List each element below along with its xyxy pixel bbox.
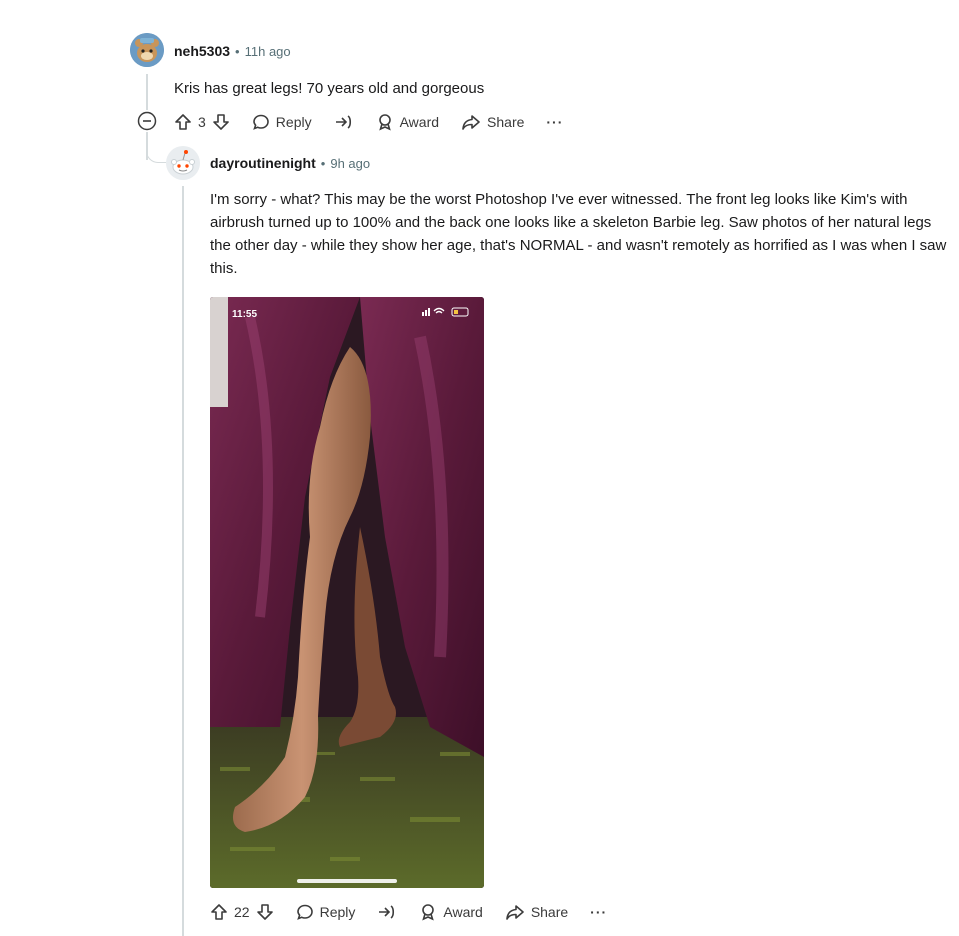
comment-author[interactable]: dayroutinenight xyxy=(210,155,316,171)
reply-icon xyxy=(296,904,313,920)
avatar-icon xyxy=(166,146,200,180)
reply-icon xyxy=(252,114,269,130)
award-button[interactable]: Award xyxy=(376,113,439,131)
reply-button[interactable]: Reply xyxy=(296,903,356,921)
share-button[interactable]: Share xyxy=(461,113,524,131)
collapse-button[interactable] xyxy=(137,111,157,131)
vote-count: 3 xyxy=(198,114,206,130)
award-label: Award xyxy=(399,114,440,130)
avatar[interactable] xyxy=(166,146,200,180)
more-options-button[interactable]: ··· xyxy=(590,904,607,920)
reply-button[interactable]: Reply xyxy=(252,113,312,131)
comment-author[interactable]: neh5303 xyxy=(174,43,230,59)
comment-actions: 3 Reply Award Share ··· xyxy=(174,112,585,132)
image-content: 11:55 xyxy=(210,297,484,888)
thread-line[interactable] xyxy=(182,186,184,936)
downvote-icon[interactable] xyxy=(212,113,230,131)
award-icon xyxy=(422,904,435,921)
upvote-icon[interactable] xyxy=(210,903,228,921)
vote-group: 3 xyxy=(174,113,230,131)
share-icon xyxy=(506,905,524,920)
vote-count: 22 xyxy=(234,904,250,920)
award-label: Award xyxy=(443,904,483,920)
reply-label: Reply xyxy=(319,904,356,920)
separator: • xyxy=(320,156,326,171)
crosspost-icon xyxy=(379,905,395,919)
comment-image[interactable]: 11:55 xyxy=(210,297,484,888)
avatar[interactable] xyxy=(130,33,164,67)
collapse-icon xyxy=(137,111,157,131)
share-label: Share xyxy=(487,114,525,130)
comment-timestamp[interactable]: 9h ago xyxy=(330,156,370,171)
status-time: 11:55 xyxy=(232,309,257,320)
share-label: Share xyxy=(530,904,569,920)
award-button[interactable]: Award xyxy=(419,903,483,921)
reply-label: Reply xyxy=(275,114,312,130)
downvote-icon[interactable] xyxy=(256,903,274,921)
separator: • xyxy=(235,44,240,59)
more-icon: ··· xyxy=(590,904,608,920)
thread-line[interactable] xyxy=(146,74,148,110)
comment-body: Kris has great legs! 70 years old and go… xyxy=(174,80,485,97)
upvote-icon[interactable] xyxy=(174,113,192,131)
share-button[interactable]: Share xyxy=(505,903,568,921)
comment-actions: 22 Reply Award Share ··· xyxy=(210,902,629,922)
more-options-button[interactable]: ··· xyxy=(546,114,563,130)
share-icon xyxy=(462,115,480,130)
crosspost-icon xyxy=(335,115,351,129)
comment-body: I'm sorry - what? This may be the worst … xyxy=(210,191,947,277)
crosspost-button[interactable] xyxy=(334,113,354,131)
award-icon xyxy=(378,114,391,131)
avatar-icon xyxy=(130,33,164,67)
vote-group: 22 xyxy=(210,903,274,921)
comment-timestamp[interactable]: 11h ago xyxy=(245,44,291,59)
more-icon: ··· xyxy=(546,114,564,130)
crosspost-button[interactable] xyxy=(377,903,397,921)
